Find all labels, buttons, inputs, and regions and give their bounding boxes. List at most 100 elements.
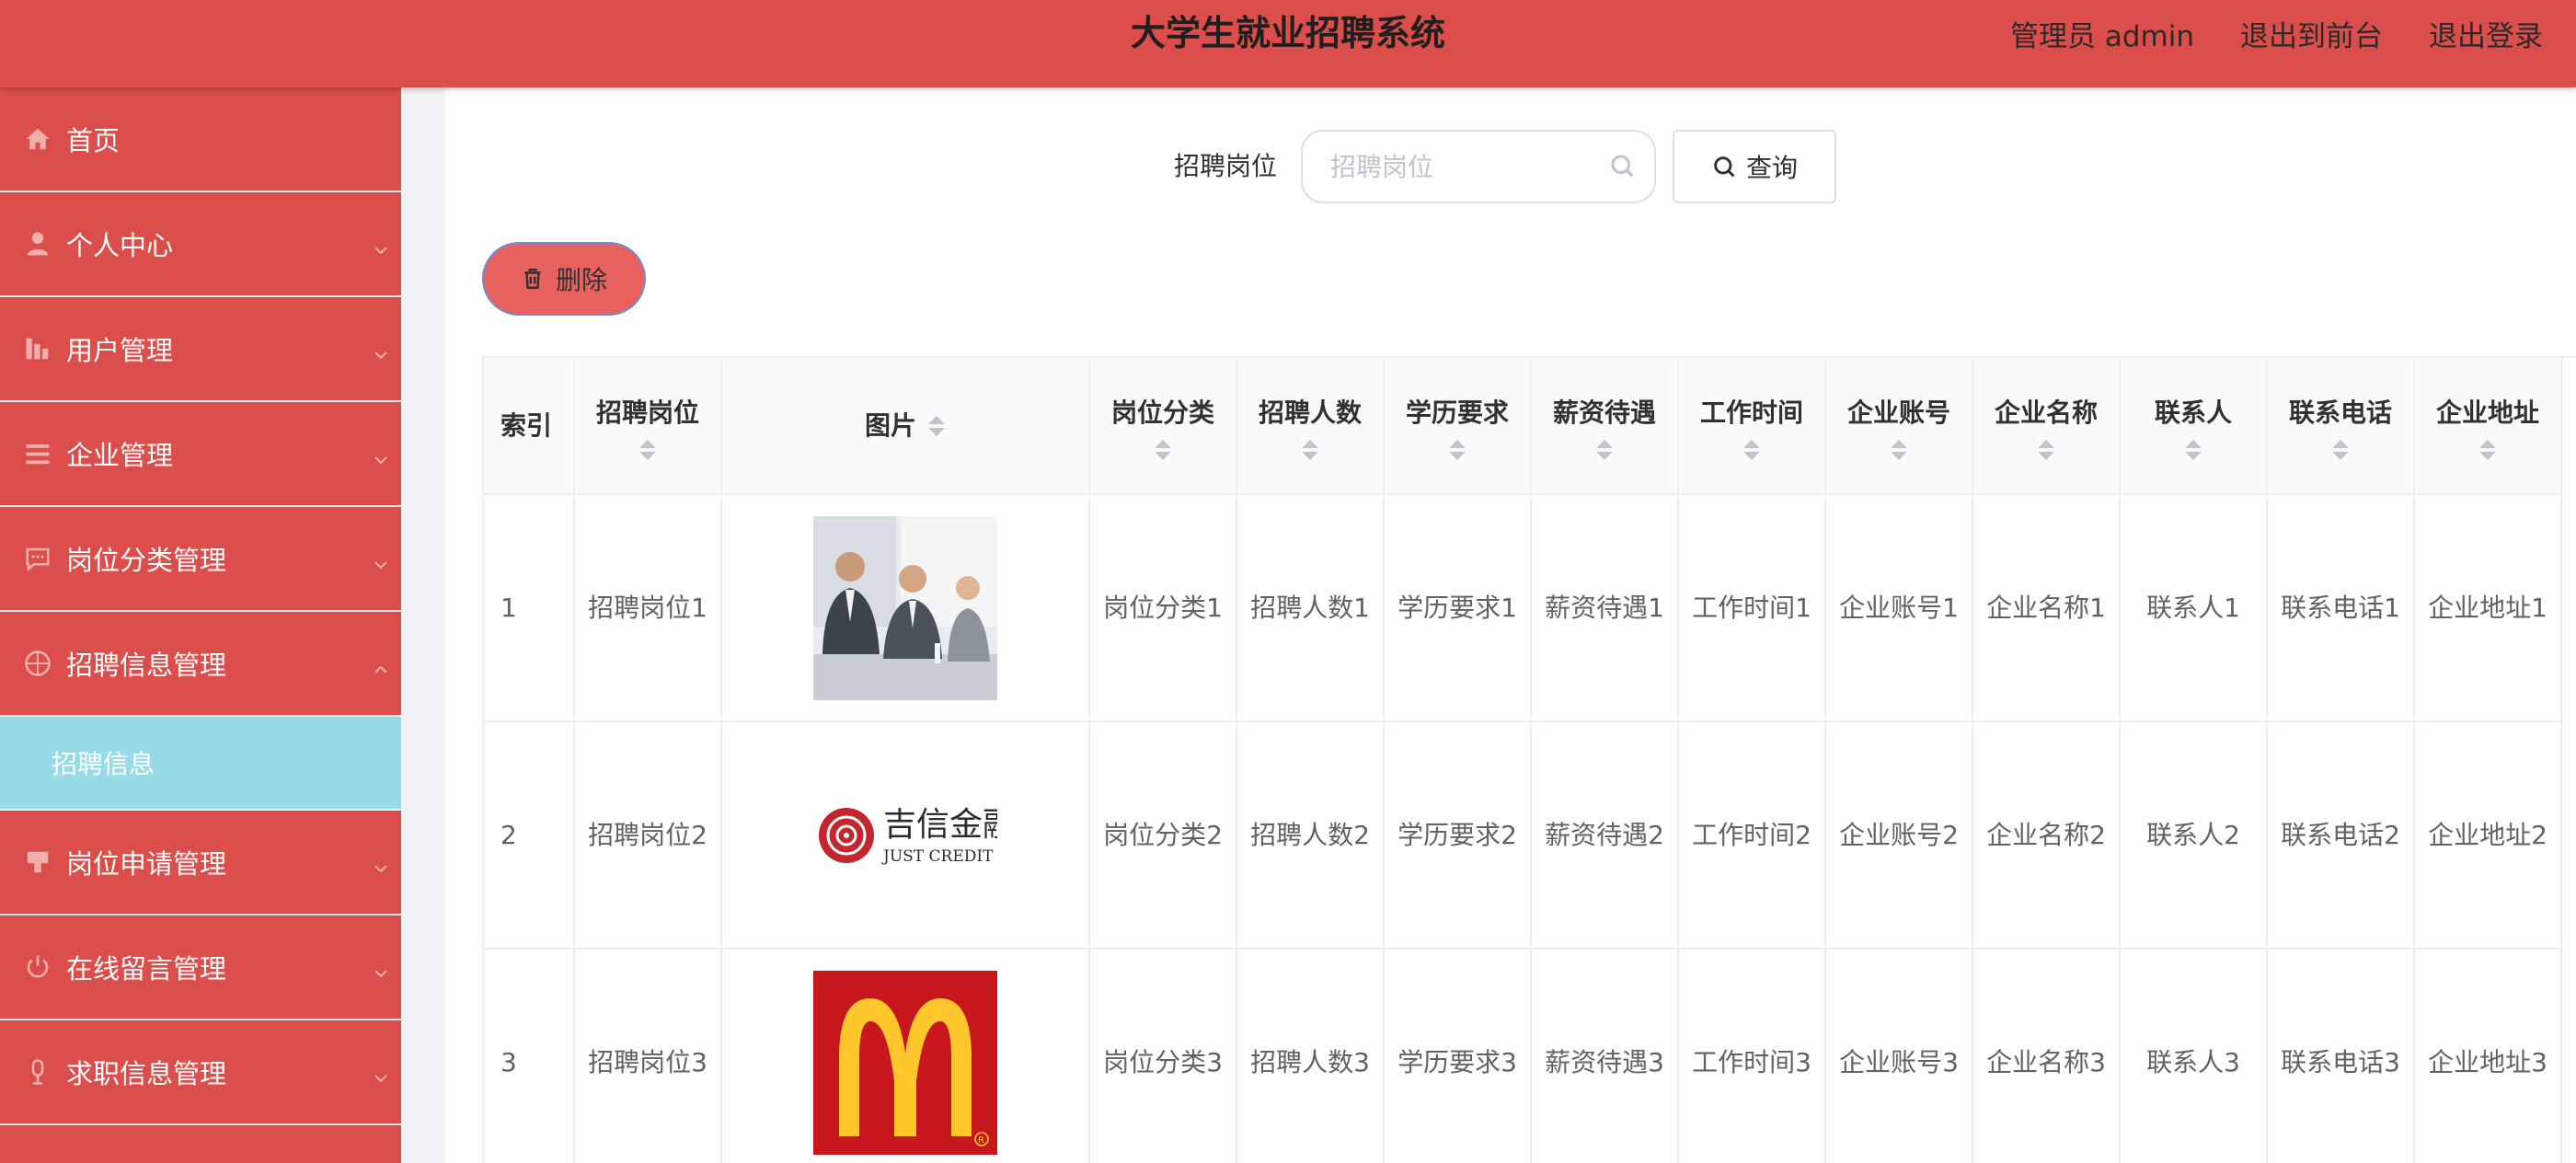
sidebar-item-label: 首页 <box>66 125 121 156</box>
cell-address: 企业地址3 <box>2414 949 2562 1163</box>
sidebar-item-home[interactable]: 首页 <box>0 87 401 192</box>
sort-icon[interactable] <box>1890 439 1908 460</box>
cell-company: 企业名称1 <box>1972 494 2121 722</box>
sidebar-item-label: 岗位申请管理 <box>66 848 227 880</box>
sidebar-item-label: 岗位分类管理 <box>66 545 227 576</box>
sidebar-item-enterprise-management[interactable]: 企业管理 <box>0 402 401 507</box>
cell-education: 学历要求1 <box>1384 494 1532 722</box>
column-header-contact[interactable]: 联系人 <box>2120 358 2268 495</box>
sort-icon[interactable] <box>1595 439 1614 460</box>
cell-address: 企业地址1 <box>2414 494 2562 722</box>
query-button[interactable]: 查询 <box>1673 130 1836 203</box>
chevron-down-icon <box>372 853 390 873</box>
cell-worktime: 工作时间2 <box>1678 721 1826 950</box>
cell-position: 招聘岗位3 <box>574 949 722 1163</box>
cell-worktime: 工作时间1 <box>1678 494 1826 722</box>
cell-account: 企业账号1 <box>1825 494 1973 722</box>
table-header-row: 索引 招聘岗位 图片 岗位分类 招聘人数 学历要求 薪资待遇 工作时间 企业账号… <box>484 358 2562 495</box>
sidebar-item-job-category-management[interactable]: 岗位分类管理 <box>0 507 401 612</box>
chevron-up-icon <box>372 654 390 674</box>
cell-phone: 联系电话2 <box>2267 721 2415 950</box>
main-content: 招聘岗位 查询 删除 索引 招聘岗位 图片 <box>445 87 2576 1163</box>
microphone-icon <box>22 1056 53 1088</box>
sort-icon[interactable] <box>2184 439 2202 460</box>
column-header-address[interactable]: 企业地址 <box>2414 358 2562 495</box>
compass-icon <box>22 648 53 679</box>
cell-image: 吉信金融 JUST CREDIT <box>721 721 1090 950</box>
column-header-index: 索引 <box>484 358 575 495</box>
cell-contact: 联系人1 <box>2120 494 2268 722</box>
admin-user-label[interactable]: 管理员 admin <box>2010 13 2194 54</box>
cell-education: 学历要求2 <box>1384 721 1532 950</box>
logout-link[interactable]: 退出登录 <box>2429 13 2543 54</box>
table-row[interactable]: 2 招聘岗位2 吉信金融 JUST CREDIT 岗位分类 <box>484 721 2562 950</box>
just-credit-logo: 吉信金融 JUST CREDIT <box>813 743 997 927</box>
chevron-down-icon <box>372 340 390 360</box>
sidebar-item-job-application-management[interactable]: 岗位申请管理 <box>0 811 401 915</box>
cell-category: 岗位分类1 <box>1089 494 1237 722</box>
cell-company: 企业名称2 <box>1972 721 2121 950</box>
sort-icon[interactable] <box>1301 439 1319 460</box>
cell-worktime: 工作时间3 <box>1678 949 1826 1163</box>
chart-icon <box>22 333 53 364</box>
sidebar-item-personal-center[interactable]: 个人中心 <box>0 192 401 297</box>
search-form: 招聘岗位 查询 <box>445 130 2576 203</box>
sort-icon[interactable] <box>2478 439 2497 460</box>
column-header-salary[interactable]: 薪资待遇 <box>1531 358 1679 495</box>
sort-icon[interactable] <box>1742 439 1761 460</box>
cell-contact: 联系人2 <box>2120 721 2268 950</box>
header-nav: 管理员 admin 退出到前台 退出登录 <box>2010 0 2543 66</box>
cell-salary: 薪资待遇3 <box>1531 949 1679 1163</box>
column-header-company[interactable]: 企业名称 <box>1972 358 2121 495</box>
sidebar-menu: 首页 个人中心 用户管理 企业管理 岗位分类管理 招聘信息管理 招聘信息 岗位申… <box>0 87 401 1163</box>
chevron-down-icon <box>372 549 390 570</box>
sort-icon[interactable] <box>927 415 946 436</box>
table-row[interactable]: 1 招聘岗位1 岗位分类1 招聘人数1 学历要求1 薪资待遇1 工作时间1 企业… <box>484 494 2562 722</box>
mcdonalds-logo: R <box>813 970 997 1155</box>
sort-icon[interactable] <box>638 439 657 460</box>
column-header-phone[interactable]: 联系电话 <box>2267 358 2415 495</box>
search-input[interactable] <box>1301 130 1656 203</box>
sidebar-item-label: 招聘信息管理 <box>66 650 227 681</box>
cell-education: 学历要求3 <box>1384 949 1532 1163</box>
chevron-down-icon <box>372 235 390 255</box>
sort-icon[interactable] <box>1448 439 1466 460</box>
sidebar-item-label: 求职信息管理 <box>66 1058 227 1089</box>
cell-address: 企业地址2 <box>2414 721 2562 950</box>
user-icon <box>22 228 53 259</box>
submenu-item-recruitment-info[interactable]: 招聘信息 <box>0 717 401 811</box>
column-header-count[interactable]: 招聘人数 <box>1236 358 1385 495</box>
power-icon <box>22 951 53 983</box>
svg-text:R: R <box>978 1135 984 1146</box>
cell-category: 岗位分类2 <box>1089 721 1237 950</box>
column-header-account[interactable]: 企业账号 <box>1825 358 1973 495</box>
sidebar-item-label: 在线留言管理 <box>66 953 227 985</box>
sidebar-item-job-seeking-info-management[interactable]: 求职信息管理 <box>0 1020 401 1125</box>
chat-icon <box>22 543 53 574</box>
table-row[interactable]: 3 招聘岗位3 R 岗位分类3 招聘人数3 学历要求3 薪资待遇3 工作时间3 … <box>484 949 2562 1163</box>
column-header-category[interactable]: 岗位分类 <box>1089 358 1237 495</box>
list-icon <box>22 438 53 469</box>
column-header-image[interactable]: 图片 <box>721 358 1090 495</box>
column-header-position[interactable]: 招聘岗位 <box>574 358 722 495</box>
sidebar-item-user-management[interactable]: 用户管理 <box>0 297 401 402</box>
exit-to-frontend-link[interactable]: 退出到前台 <box>2240 13 2383 54</box>
column-header-education[interactable]: 学历要求 <box>1384 358 1532 495</box>
sort-icon[interactable] <box>2037 439 2055 460</box>
cell-position: 招聘岗位1 <box>574 494 722 722</box>
column-header-worktime[interactable]: 工作时间 <box>1678 358 1826 495</box>
delete-button[interactable]: 删除 <box>482 242 646 316</box>
sort-icon[interactable] <box>1154 439 1172 460</box>
home-icon <box>22 123 53 155</box>
submenu-item-label: 招聘信息 <box>52 749 155 779</box>
top-header: 大学生就业招聘系统 管理员 admin 退出到前台 退出登录 <box>0 0 2576 87</box>
sidebar-item-online-message-management[interactable]: 在线留言管理 <box>0 915 401 1020</box>
cell-salary: 薪资待遇2 <box>1531 721 1679 950</box>
sort-icon[interactable] <box>2331 439 2350 460</box>
sidebar-item-recruitment-info-management[interactable]: 招聘信息管理 <box>0 612 401 717</box>
search-icon <box>1714 156 1735 178</box>
chevron-down-icon <box>372 1063 390 1083</box>
svg-text:吉信金融: 吉信金融 <box>883 806 997 844</box>
business-meeting-photo <box>813 515 997 700</box>
cell-category: 岗位分类3 <box>1089 949 1237 1163</box>
